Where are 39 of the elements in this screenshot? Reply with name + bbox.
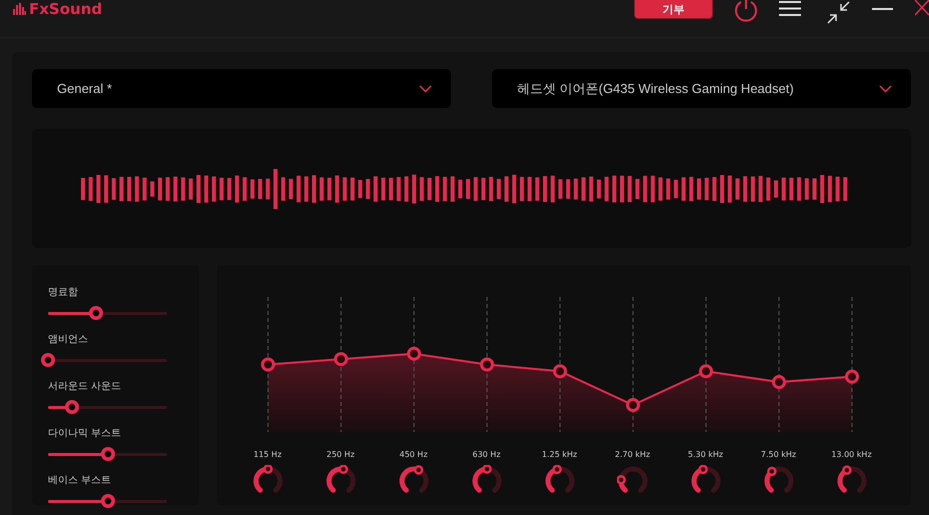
frequency-label: 1.25 kHz bbox=[542, 450, 578, 460]
effect-label: 앰비언스 bbox=[48, 334, 89, 346]
eq-handle[interactable] bbox=[772, 375, 786, 390]
chevron-icon bbox=[419, 84, 432, 92]
effect-label: 서라운드 사운드 bbox=[48, 381, 122, 393]
frequency-label: 13.00 kHz bbox=[831, 450, 872, 460]
slider-thumb[interactable] bbox=[100, 447, 114, 461]
eq-handle[interactable] bbox=[261, 358, 275, 372]
preset-dropdown[interactable]: General * bbox=[32, 69, 451, 108]
shrink-icon[interactable] bbox=[826, 0, 851, 25]
logo-icon bbox=[13, 3, 26, 15]
frequency-label: 7.50 kHz bbox=[760, 450, 796, 460]
eq-handle[interactable] bbox=[407, 346, 421, 361]
frequency-label: 250 Hz bbox=[326, 450, 355, 460]
app-name: FxSound bbox=[29, 1, 102, 17]
power-icon[interactable] bbox=[733, 0, 759, 23]
effect-label: 베이스 부스트 bbox=[48, 475, 112, 487]
slider-thumb[interactable] bbox=[64, 400, 79, 414]
effect-label: 명료함 bbox=[48, 287, 79, 299]
slider-thumb[interactable] bbox=[100, 494, 114, 508]
eq-handle[interactable] bbox=[334, 352, 348, 366]
frequency-label: 115 Hz bbox=[253, 450, 282, 460]
donate-button[interactable]: 기부 bbox=[634, 0, 713, 19]
slider-thumb[interactable] bbox=[41, 353, 55, 367]
menu-icon[interactable] bbox=[779, 1, 801, 16]
eq-handle[interactable] bbox=[553, 364, 567, 378]
eq-handle[interactable] bbox=[626, 398, 640, 412]
effect-label: 다이나믹 부스트 bbox=[48, 428, 122, 440]
output-device-dropdown[interactable]: 헤드셋 이어폰(G435 Wireless Gaming Headset) bbox=[492, 69, 911, 108]
frequency-label: 630 Hz bbox=[472, 450, 501, 460]
frequency-label: 5.30 kHz bbox=[688, 450, 724, 460]
frequency-label: 2.70 kHz bbox=[614, 450, 650, 460]
chevron-icon bbox=[879, 84, 892, 92]
frequency-label: 450 Hz bbox=[399, 450, 428, 460]
close-icon[interactable] bbox=[915, 0, 929, 16]
eq-handle[interactable] bbox=[480, 358, 494, 372]
eq-handle[interactable] bbox=[845, 370, 859, 384]
slider-thumb[interactable] bbox=[88, 306, 103, 320]
eq-handle[interactable] bbox=[699, 364, 713, 378]
